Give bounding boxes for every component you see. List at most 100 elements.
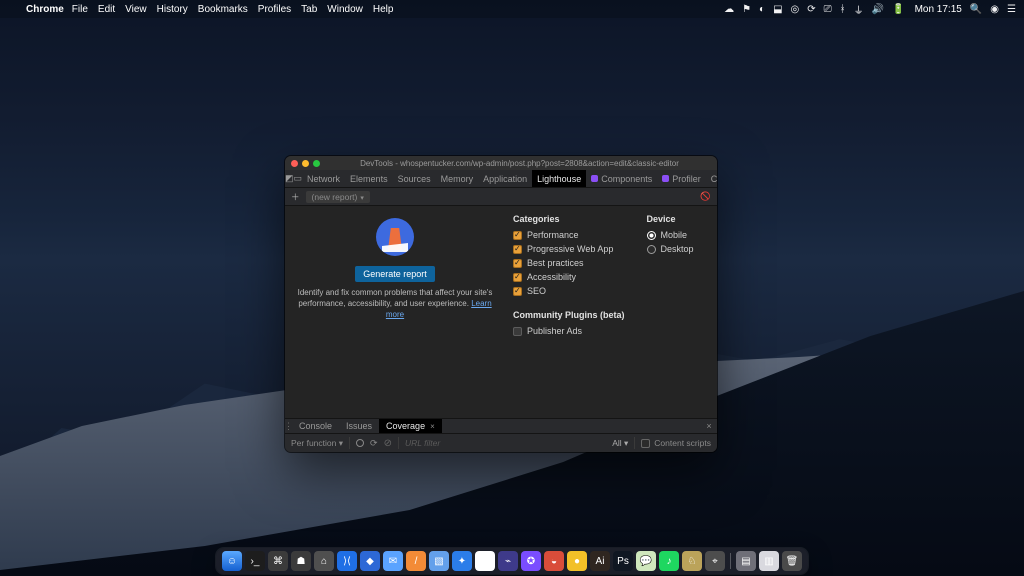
status-cloud-icon[interactable]: ☁︎	[724, 4, 734, 15]
dock-app-21[interactable]: ⌖	[705, 551, 725, 571]
dock-app-12[interactable]: ⌁	[498, 551, 518, 571]
clear-all-icon[interactable]: 🚫	[700, 191, 711, 202]
menu-file[interactable]: File	[72, 4, 88, 15]
status-display-icon[interactable]: ⎚	[824, 4, 832, 15]
coverage-clear-icon[interactable]: ⊘	[384, 438, 392, 449]
menubar-clock[interactable]: Mon 17:15	[915, 4, 962, 15]
device-toolbar-icon[interactable]: ▭	[294, 170, 303, 187]
control-center-icon[interactable]: ☰	[1007, 4, 1016, 15]
status-battery-icon[interactable]: 🔋	[892, 4, 904, 15]
dock-app-14[interactable]: ◒	[544, 551, 564, 571]
status-flag-icon[interactable]: ⚑	[742, 4, 751, 15]
status-bluetooth-icon[interactable]: ᚼ	[840, 4, 846, 15]
drawer-tab-issues[interactable]: Issues	[339, 419, 379, 433]
menubar-app-name[interactable]: Chrome	[26, 4, 64, 15]
status-wifi-icon[interactable]: ⏚	[854, 2, 864, 17]
window-close-icon[interactable]	[291, 160, 298, 167]
coverage-granularity-select[interactable]: Per function	[291, 438, 343, 449]
dock-spotify[interactable]: ♪	[659, 551, 679, 571]
device-mobile-radio[interactable]	[647, 231, 656, 240]
menu-help[interactable]: Help	[373, 4, 394, 15]
dock-safari[interactable]: ✦	[452, 551, 472, 571]
dock-app-8[interactable]: /	[406, 551, 426, 571]
dock-terminal[interactable]: ›_	[245, 551, 265, 571]
dock-app-9[interactable]: ▧	[429, 551, 449, 571]
category-seo-checkbox[interactable]	[513, 287, 522, 296]
drawer-tab-coverage[interactable]: Coverage×	[379, 419, 442, 433]
coverage-type-filter[interactable]: All	[612, 438, 628, 449]
new-report-plus-icon[interactable]: ＋	[291, 191, 300, 203]
dock-app-6[interactable]: ◆	[360, 551, 380, 571]
dock-ps[interactable]: Ps	[613, 551, 633, 571]
device-mobile[interactable]: Mobile	[647, 230, 694, 240]
category-accessibility[interactable]: Accessibility	[513, 272, 625, 282]
window-titlebar[interactable]: DevTools - whospentucker.com/wp-admin/po…	[285, 156, 717, 170]
menu-bookmarks[interactable]: Bookmarks	[198, 4, 248, 15]
category-performance[interactable]: Performance	[513, 230, 625, 240]
report-selector[interactable]: (new report)	[306, 191, 370, 203]
category-best-practices[interactable]: Best practices	[513, 258, 625, 268]
status-app-icon[interactable]: ◎	[791, 4, 800, 15]
drawer-tab-console[interactable]: Console	[292, 419, 339, 433]
dock-app-2[interactable]: ⌘	[268, 551, 288, 571]
dock-app-20[interactable]: ♘	[682, 551, 702, 571]
category-best-practices-checkbox[interactable]	[513, 259, 522, 268]
dock-app-15[interactable]: ●	[567, 551, 587, 571]
spotlight-icon[interactable]: 🔍	[970, 4, 982, 15]
dock-app-13[interactable]: ✪	[521, 551, 541, 571]
device-desktop[interactable]: Desktop	[647, 244, 694, 254]
coverage-record-icon[interactable]	[356, 439, 364, 447]
plugin-publisher-ads-checkbox[interactable]	[513, 327, 522, 336]
tab-sources[interactable]: Sources	[393, 170, 436, 187]
tab-profiler[interactable]: Profiler	[657, 170, 706, 187]
tab-components[interactable]: Components	[586, 170, 657, 187]
category-pwa-checkbox[interactable]	[513, 245, 522, 254]
dock-app-22[interactable]: ▤	[736, 551, 756, 571]
content-scripts-toggle[interactable]: Content scripts	[641, 438, 711, 448]
close-coverage-icon[interactable]: ×	[430, 422, 435, 431]
category-accessibility-checkbox[interactable]	[513, 273, 522, 282]
drawer-menu-icon[interactable]: ⋮	[285, 419, 292, 433]
siri-icon[interactable]: ◉	[990, 4, 999, 15]
window-zoom-icon[interactable]	[313, 160, 320, 167]
dock-mail[interactable]: ✉︎	[383, 551, 403, 571]
plugin-publisher-ads[interactable]: Publisher Ads	[513, 326, 625, 336]
coverage-url-filter[interactable]: URL filter	[405, 438, 440, 448]
tab-network[interactable]: Network	[302, 170, 345, 187]
menu-edit[interactable]: Edit	[98, 4, 115, 15]
status-dropbox-icon[interactable]: ⬓	[773, 4, 782, 15]
status-sync-icon[interactable]: ⟳	[807, 4, 815, 15]
dock-app-4[interactable]: ⌂	[314, 551, 334, 571]
dock-app-23[interactable]: ▥	[759, 551, 779, 571]
dock-messages[interactable]: 💬	[636, 551, 656, 571]
content-scripts-checkbox[interactable]	[641, 439, 650, 448]
status-volume-icon[interactable]: 🔊	[872, 4, 884, 15]
dock-trash[interactable]: 🗑	[782, 551, 802, 571]
category-pwa[interactable]: Progressive Web App	[513, 244, 625, 254]
menu-tab[interactable]: Tab	[301, 4, 317, 15]
dock-vscode[interactable]: ⟩⟨	[337, 551, 357, 571]
tab-memory[interactable]: Memory	[436, 170, 479, 187]
dock-chrome[interactable]: ◯	[475, 551, 495, 571]
status-cat-icon[interactable]: ◐	[759, 4, 765, 15]
dock-finder[interactable]: ☺	[222, 551, 242, 571]
category-seo[interactable]: SEO	[513, 286, 625, 296]
dock-ai[interactable]: Ai	[590, 551, 610, 571]
coverage-reload-icon[interactable]: ⟳	[370, 438, 378, 449]
inspect-element-icon[interactable]: ◩	[285, 170, 294, 187]
menu-view[interactable]: View	[125, 4, 147, 15]
device-desktop-radio[interactable]	[647, 245, 656, 254]
generate-report-button[interactable]: Generate report	[355, 266, 435, 282]
tab-lighthouse[interactable]: Lighthouse	[532, 170, 586, 187]
drawer-close-icon[interactable]: ×	[701, 419, 717, 433]
plugins-heading: Community Plugins (beta)	[513, 310, 625, 320]
tab-console[interactable]: Console	[706, 170, 717, 187]
category-performance-checkbox[interactable]	[513, 231, 522, 240]
menu-history[interactable]: History	[157, 4, 188, 15]
tab-application[interactable]: Application	[478, 170, 532, 187]
menu-profiles[interactable]: Profiles	[258, 4, 291, 15]
window-minimize-icon[interactable]	[302, 160, 309, 167]
dock-app-3[interactable]: ☗	[291, 551, 311, 571]
tab-elements[interactable]: Elements	[345, 170, 393, 187]
menu-window[interactable]: Window	[327, 4, 363, 15]
